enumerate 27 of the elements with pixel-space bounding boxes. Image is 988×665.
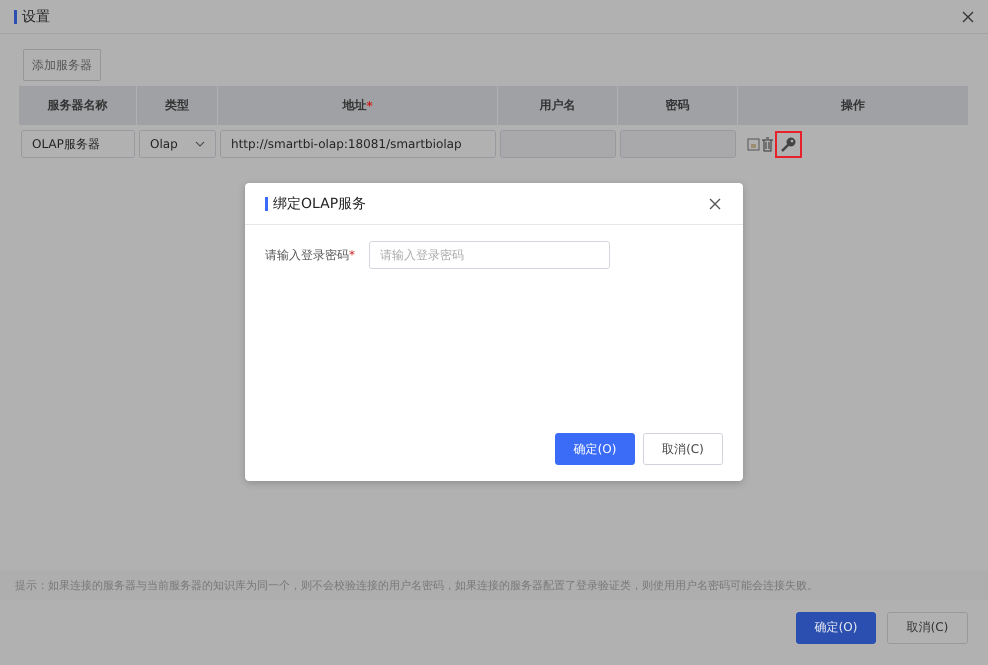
address-field[interactable]: http://smartbi-olap:18081/smartbiolap bbox=[220, 130, 496, 158]
confirm-button[interactable]: 确定(O) bbox=[555, 433, 635, 465]
column-title: 密码 bbox=[666, 97, 690, 114]
column-title: 类型 bbox=[165, 97, 189, 114]
column-title: 服务器名称 bbox=[48, 97, 108, 114]
key-icon bbox=[780, 136, 797, 152]
key-button[interactable] bbox=[775, 130, 802, 158]
column-title: 操作 bbox=[841, 97, 865, 114]
window-title: 设置 bbox=[14, 10, 50, 24]
column-title: 地址 bbox=[342, 97, 366, 114]
chevron-down-icon bbox=[195, 141, 205, 147]
column-title: 用户名 bbox=[540, 97, 576, 114]
trash-icon[interactable] bbox=[761, 136, 774, 152]
close-icon[interactable] bbox=[962, 10, 974, 22]
required-mark: * bbox=[349, 248, 355, 262]
cancel-button[interactable]: 取消(C) bbox=[887, 612, 968, 644]
type-select[interactable]: Olap bbox=[139, 130, 216, 158]
dialog-title: 绑定OLAP服务 bbox=[265, 196, 366, 210]
username-field[interactable] bbox=[500, 130, 616, 158]
required-mark: * bbox=[366, 98, 373, 112]
server-name-field[interactable]: OLAP服务器 bbox=[21, 130, 135, 158]
close-icon[interactable] bbox=[709, 198, 721, 210]
password-field[interactable] bbox=[620, 130, 736, 158]
password-input[interactable]: 请输入登录密码 bbox=[369, 241, 610, 269]
confirm-button[interactable]: 确定(O) bbox=[796, 612, 876, 644]
cancel-button[interactable]: 取消(C) bbox=[643, 433, 723, 465]
field-label: 请输入登录密码 bbox=[265, 248, 349, 262]
